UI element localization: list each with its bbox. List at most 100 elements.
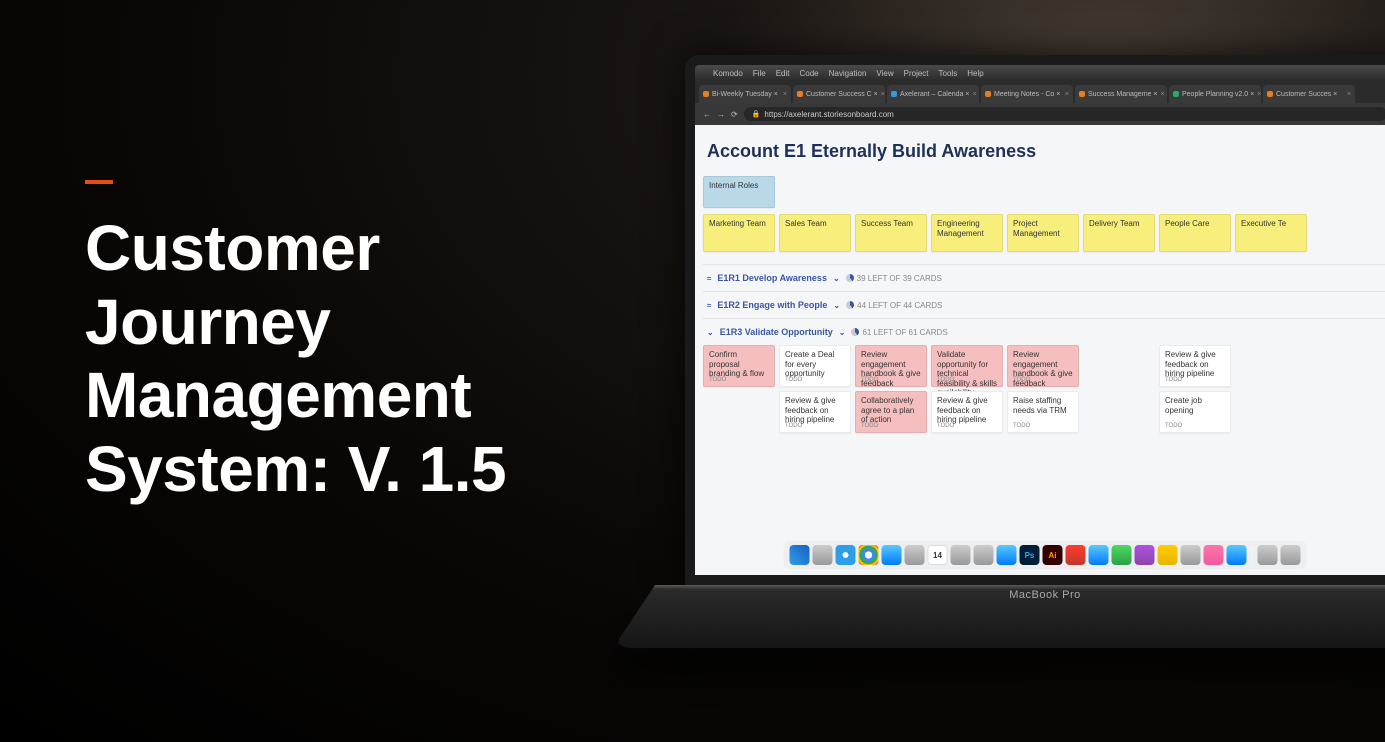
laptop-mockup: Komodo File Edit Code Navigation View Pr… <box>685 55 1385 695</box>
menu-view[interactable]: View <box>876 69 893 78</box>
menu-tools[interactable]: Tools <box>939 69 958 78</box>
task-card[interactable]: Validate opportunity for technical feasi… <box>931 345 1003 387</box>
task-card[interactable]: Review engagement handbook & give feedba… <box>1007 345 1079 387</box>
section-count: 39 LEFT OF 39 CARDS <box>846 274 942 283</box>
menu-app[interactable]: Komodo <box>713 69 743 78</box>
section-header[interactable]: ⌄ E1R3 Validate Opportunity ⌄ 61 LEFT OF… <box>703 318 1385 345</box>
menu-project[interactable]: Project <box>904 69 929 78</box>
task-card[interactable]: Create a Deal for every opportunityTODO <box>779 345 851 387</box>
progress-icon <box>846 274 854 282</box>
appstore-icon[interactable] <box>1227 545 1247 565</box>
menu-file[interactable]: File <box>753 69 766 78</box>
team-row: Marketing Team Sales Team Success Team E… <box>703 214 1385 252</box>
app-icon[interactable] <box>1158 545 1178 565</box>
task-status: TODO <box>937 423 954 430</box>
photoshop-icon[interactable]: Ps <box>1020 545 1040 565</box>
address-bar[interactable]: 🔒 https://axelerant.storiesonboard.com <box>744 107 1385 121</box>
close-icon[interactable]: × <box>881 91 885 98</box>
close-icon[interactable]: × <box>1347 91 1351 98</box>
section-header[interactable]: ≈ E1R2 Engage with People ⌄ 44 LEFT OF 4… <box>703 291 1385 318</box>
menu-code[interactable]: Code <box>799 69 818 78</box>
tab-favicon-icon <box>797 91 803 97</box>
forward-button[interactable]: → <box>717 110 725 119</box>
launchpad-icon[interactable] <box>813 545 833 565</box>
team-card[interactable]: Engineering Management <box>931 214 1003 252</box>
team-card[interactable]: Marketing Team <box>703 214 775 252</box>
task-card[interactable]: Create job openingTODO <box>1159 391 1231 433</box>
reload-button[interactable]: ⟳ <box>731 110 738 119</box>
mac-dock: 14 Ps Ai <box>784 541 1307 569</box>
browser-tab[interactable]: Success Manageme ×× <box>1075 85 1167 103</box>
browser-tab[interactable]: Axelerant – Calenda ×× <box>887 85 979 103</box>
tab-label: Bi-Weekly Tuesday × <box>712 91 778 98</box>
task-column: Create job openingTODO <box>1159 391 1231 433</box>
section-count: 44 LEFT OF 44 CARDS <box>846 301 942 310</box>
team-card[interactable]: Success Team <box>855 214 927 252</box>
collapse-icon: ≈ <box>707 274 711 283</box>
task-column: Review & give feedback on hiring pipelin… <box>779 391 851 433</box>
close-icon[interactable]: × <box>783 91 787 98</box>
calendar-icon[interactable]: 14 <box>928 545 948 565</box>
task-card[interactable]: Review engagement handbook & give feedba… <box>855 345 927 387</box>
dock-separator <box>1252 546 1253 564</box>
chevron-down-icon: ⌄ <box>839 328 846 337</box>
task-row: Review & give feedback on hiring pipelin… <box>703 391 1385 433</box>
notes-icon[interactable] <box>951 545 971 565</box>
menu-help[interactable]: Help <box>967 69 983 78</box>
hero-headline: Customer Journey Management System: V. 1… <box>85 212 625 506</box>
task-column <box>703 391 775 433</box>
facetime-icon[interactable] <box>1112 545 1132 565</box>
section-header[interactable]: ≈ E1R1 Develop Awareness ⌄ 39 LEFT OF 39… <box>703 264 1385 291</box>
close-icon[interactable]: × <box>1160 91 1164 98</box>
browser-tab[interactable]: Meeting Notes - Co ×× <box>981 85 1073 103</box>
task-column: Confirm proposal branding & flowTODO <box>703 345 775 387</box>
safari-icon[interactable] <box>836 545 856 565</box>
task-card[interactable]: Review & give feedback on hiring pipelin… <box>779 391 851 433</box>
app-icon[interactable] <box>1066 545 1086 565</box>
task-column <box>1083 345 1155 387</box>
task-status: TODO <box>1013 377 1030 384</box>
task-card[interactable]: Raise staffing needs via TRMTODO <box>1007 391 1079 433</box>
tab-favicon-icon <box>1267 91 1273 97</box>
role-card[interactable]: Internal Roles <box>703 176 775 208</box>
tab-label: Customer Succes × <box>1276 91 1337 98</box>
team-card[interactable]: Sales Team <box>779 214 851 252</box>
back-button[interactable]: ← <box>703 110 711 119</box>
messages-icon[interactable] <box>1089 545 1109 565</box>
tab-favicon-icon <box>891 91 897 97</box>
trash-icon[interactable] <box>1281 545 1301 565</box>
mail-icon[interactable] <box>882 545 902 565</box>
task-card[interactable]: Review & give feedback on hiring pipelin… <box>931 391 1003 433</box>
illustrator-icon[interactable]: Ai <box>1043 545 1063 565</box>
team-card[interactable]: Delivery Team <box>1083 214 1155 252</box>
photos-icon[interactable] <box>997 545 1017 565</box>
close-icon[interactable]: × <box>1257 91 1261 98</box>
close-icon[interactable]: × <box>972 91 976 98</box>
app-icon[interactable] <box>1181 545 1201 565</box>
section-count: 61 LEFT OF 61 CARDS <box>851 328 947 337</box>
reminders-icon[interactable] <box>974 545 994 565</box>
browser-tab[interactable]: Customer Succes × × <box>1263 85 1355 103</box>
team-card[interactable]: Project Management <box>1007 214 1079 252</box>
browser-tab[interactable]: Bi-Weekly Tuesday × × <box>699 85 791 103</box>
task-card[interactable]: Collaboratively agree to a plan of actio… <box>855 391 927 433</box>
menu-navigation[interactable]: Navigation <box>829 69 867 78</box>
task-card[interactable]: Confirm proposal branding & flowTODO <box>703 345 775 387</box>
task-column: Review & give feedback on hiring pipelin… <box>931 391 1003 433</box>
team-card[interactable]: Executive Te <box>1235 214 1307 252</box>
close-icon[interactable]: × <box>1065 91 1069 98</box>
task-column: Raise staffing needs via TRMTODO <box>1007 391 1079 433</box>
chrome-icon[interactable] <box>859 545 879 565</box>
app-icon[interactable] <box>1135 545 1155 565</box>
contacts-icon[interactable] <box>905 545 925 565</box>
finder-icon[interactable] <box>790 545 810 565</box>
browser-tab[interactable]: People Planning v2.0 ×× <box>1169 85 1261 103</box>
menu-edit[interactable]: Edit <box>776 69 790 78</box>
task-area: Confirm proposal branding & flowTODOCrea… <box>703 345 1385 433</box>
task-status: TODO <box>937 377 954 384</box>
browser-tab[interactable]: Customer Success C ×× <box>793 85 885 103</box>
music-icon[interactable] <box>1204 545 1224 565</box>
team-card[interactable]: People Care <box>1159 214 1231 252</box>
task-card[interactable]: Review & give feedback on hiring pipelin… <box>1159 345 1231 387</box>
downloads-icon[interactable] <box>1258 545 1278 565</box>
